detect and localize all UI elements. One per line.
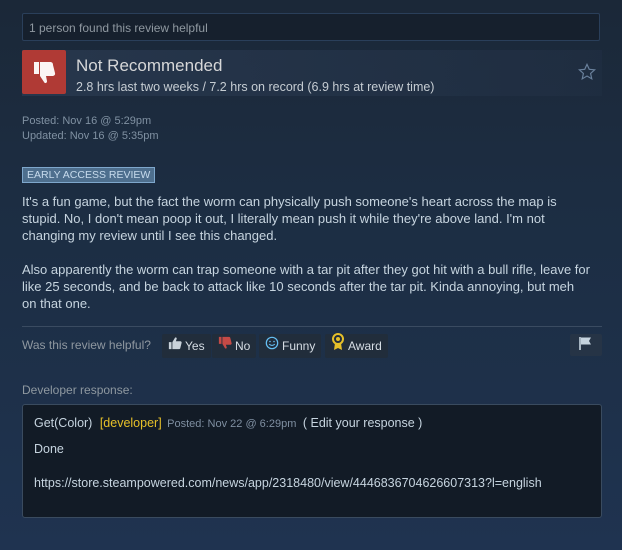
- review-dates: Posted: Nov 16 @ 5:29pm Updated: Nov 16 …: [22, 114, 159, 144]
- playtime-hours: 2.8 hrs last two weeks / 7.2 hrs on reco…: [76, 80, 435, 94]
- vote-row: Was this review helpful? Yes No Funny Aw…: [22, 333, 602, 359]
- award-icon: [331, 333, 345, 359]
- review-body: It's a fun game, but the fact the worm c…: [22, 193, 592, 329]
- edit-response-link[interactable]: ( Edit your response ): [303, 416, 423, 430]
- award-label: Award: [348, 339, 382, 353]
- vote-funny-label: Funny: [282, 339, 316, 353]
- review-verdict: Not Recommended: [76, 56, 223, 75]
- report-flag-button[interactable]: [570, 334, 602, 356]
- flag-icon: [578, 336, 594, 355]
- thumbs-down-icon: [22, 50, 66, 94]
- developer-response-label: Developer response:: [22, 383, 133, 397]
- divider: [22, 326, 602, 327]
- vote-question: Was this review helpful?: [22, 338, 151, 352]
- developer-response-url[interactable]: https://store.steampowered.com/news/app/…: [34, 475, 574, 492]
- star-icon[interactable]: [577, 62, 597, 86]
- vote-no-label: No: [235, 339, 251, 353]
- early-access-badge: EARLY ACCESS REVIEW: [22, 167, 156, 183]
- funny-icon: [265, 334, 279, 358]
- developer-posted-date: Posted: Nov 22 @ 6:29pm: [167, 418, 297, 430]
- thumbs-down-icon: [218, 334, 232, 358]
- vote-yes-button[interactable]: Yes: [162, 334, 211, 358]
- vote-yes-label: Yes: [185, 339, 205, 353]
- award-button[interactable]: Award: [325, 333, 388, 359]
- developer-name[interactable]: Get(Color): [34, 416, 92, 430]
- review-paragraph: It's a fun game, but the fact the worm c…: [22, 194, 557, 243]
- helpful-count: 1 person found this review helpful: [22, 13, 600, 41]
- thumbs-up-icon: [168, 334, 182, 358]
- updated-date: Updated: Nov 16 @ 5:35pm: [22, 130, 159, 142]
- developer-tag: [developer]: [99, 416, 162, 430]
- developer-response-box: Get(Color) [developer] Posted: Nov 22 @ …: [22, 404, 602, 518]
- vote-no-button[interactable]: No: [212, 334, 257, 358]
- developer-response-line: Done: [34, 442, 64, 456]
- vote-funny-button[interactable]: Funny: [259, 334, 322, 358]
- review-header: Not Recommended 2.8 hrs last two weeks /…: [22, 50, 602, 96]
- developer-response-text: Done https://store.steampowered.com/news…: [34, 441, 574, 509]
- posted-date: Posted: Nov 16 @ 5:29pm: [22, 115, 152, 127]
- review-paragraph: Also apparently the worm can trap someon…: [22, 262, 590, 311]
- developer-response-header: Get(Color) [developer] Posted: Nov 22 @ …: [34, 416, 422, 430]
